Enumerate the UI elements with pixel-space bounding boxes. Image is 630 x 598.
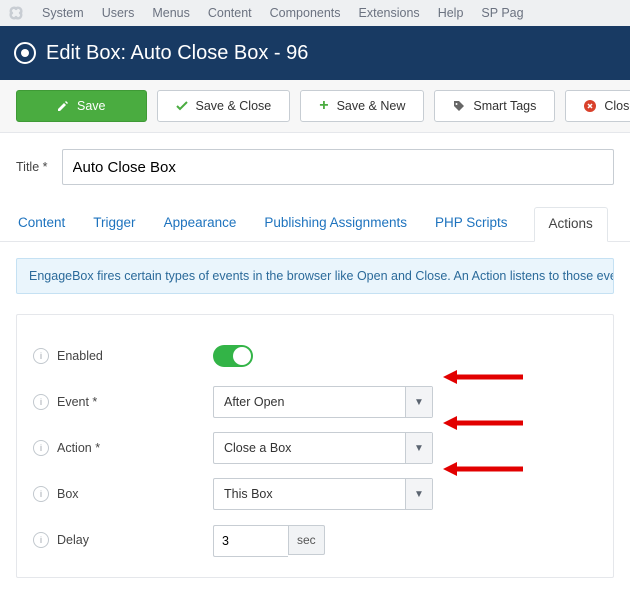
topmenu-item[interactable]: Users bbox=[102, 6, 135, 20]
plus-icon: + bbox=[319, 98, 328, 114]
info-icon: i bbox=[33, 486, 49, 502]
action-label: Action * bbox=[57, 441, 100, 455]
topmenu-item[interactable]: Extensions bbox=[359, 6, 420, 20]
info-icon: i bbox=[33, 532, 49, 548]
page-header: Edit Box: Auto Close Box - 96 bbox=[0, 26, 630, 80]
tab-appearance[interactable]: Appearance bbox=[162, 207, 239, 241]
check-icon bbox=[176, 100, 188, 112]
smart-tags-button[interactable]: Smart Tags bbox=[434, 90, 555, 122]
chevron-down-icon: ▼ bbox=[405, 433, 432, 463]
title-input[interactable] bbox=[62, 149, 615, 185]
box-value: This Box bbox=[214, 487, 405, 501]
save-new-button[interactable]: + Save & New bbox=[300, 90, 424, 122]
topmenu-item[interactable]: SP Pag bbox=[481, 6, 523, 20]
admin-top-bar: System Users Menus Content Components Ex… bbox=[0, 0, 630, 26]
tab-publishing-assignments[interactable]: Publishing Assignments bbox=[262, 207, 409, 241]
close-button[interactable]: Close bbox=[565, 90, 630, 122]
box-label: Box bbox=[57, 487, 79, 501]
enabled-toggle[interactable] bbox=[213, 345, 253, 367]
info-icon: i bbox=[33, 394, 49, 410]
info-icon: i bbox=[33, 348, 49, 364]
action-select[interactable]: Close a Box ▼ bbox=[213, 432, 433, 464]
save-button-label: Save bbox=[77, 99, 106, 113]
box-select[interactable]: This Box ▼ bbox=[213, 478, 433, 510]
close-icon bbox=[584, 100, 596, 112]
action-panel: i Enabled i Event * After Open ▼ i Actio… bbox=[16, 314, 614, 578]
topmenu-item[interactable]: Menus bbox=[152, 6, 190, 20]
info-banner: EngageBox fires certain types of events … bbox=[16, 258, 614, 294]
topmenu-item[interactable]: Components bbox=[270, 6, 341, 20]
close-label: Close bbox=[604, 99, 630, 113]
save-button[interactable]: Save bbox=[16, 90, 147, 122]
tab-trigger[interactable]: Trigger bbox=[91, 207, 137, 241]
event-select[interactable]: After Open ▼ bbox=[213, 386, 433, 418]
event-label: Event * bbox=[57, 395, 97, 409]
delay-label: Delay bbox=[57, 533, 89, 547]
target-icon bbox=[14, 42, 36, 64]
chevron-down-icon: ▼ bbox=[405, 387, 432, 417]
edit-icon bbox=[57, 100, 69, 112]
delay-input[interactable] bbox=[213, 525, 288, 557]
event-value: After Open bbox=[214, 395, 405, 409]
tag-icon bbox=[453, 100, 465, 112]
title-row: Title * bbox=[0, 133, 630, 191]
topmenu-item[interactable]: System bbox=[42, 6, 84, 20]
save-new-label: Save & New bbox=[337, 99, 406, 113]
chevron-down-icon: ▼ bbox=[405, 479, 432, 509]
joomla-logo-icon bbox=[8, 5, 24, 21]
info-icon: i bbox=[33, 440, 49, 456]
title-label: Title * bbox=[16, 160, 48, 174]
delay-suffix: sec bbox=[288, 525, 325, 555]
save-close-button[interactable]: Save & Close bbox=[157, 90, 291, 122]
tab-content[interactable]: Content bbox=[16, 207, 67, 241]
tab-strip: Content Trigger Appearance Publishing As… bbox=[0, 191, 630, 242]
smart-tags-label: Smart Tags bbox=[473, 99, 536, 113]
tab-actions[interactable]: Actions bbox=[534, 207, 608, 242]
topmenu-item[interactable]: Help bbox=[438, 6, 464, 20]
action-value: Close a Box bbox=[214, 441, 405, 455]
tab-php-scripts[interactable]: PHP Scripts bbox=[433, 207, 510, 241]
save-close-label: Save & Close bbox=[196, 99, 272, 113]
topmenu-item[interactable]: Content bbox=[208, 6, 252, 20]
enabled-label: Enabled bbox=[57, 349, 103, 363]
action-toolbar: Save Save & Close + Save & New Smart Tag… bbox=[0, 80, 630, 133]
page-title: Edit Box: Auto Close Box - 96 bbox=[46, 42, 308, 65]
